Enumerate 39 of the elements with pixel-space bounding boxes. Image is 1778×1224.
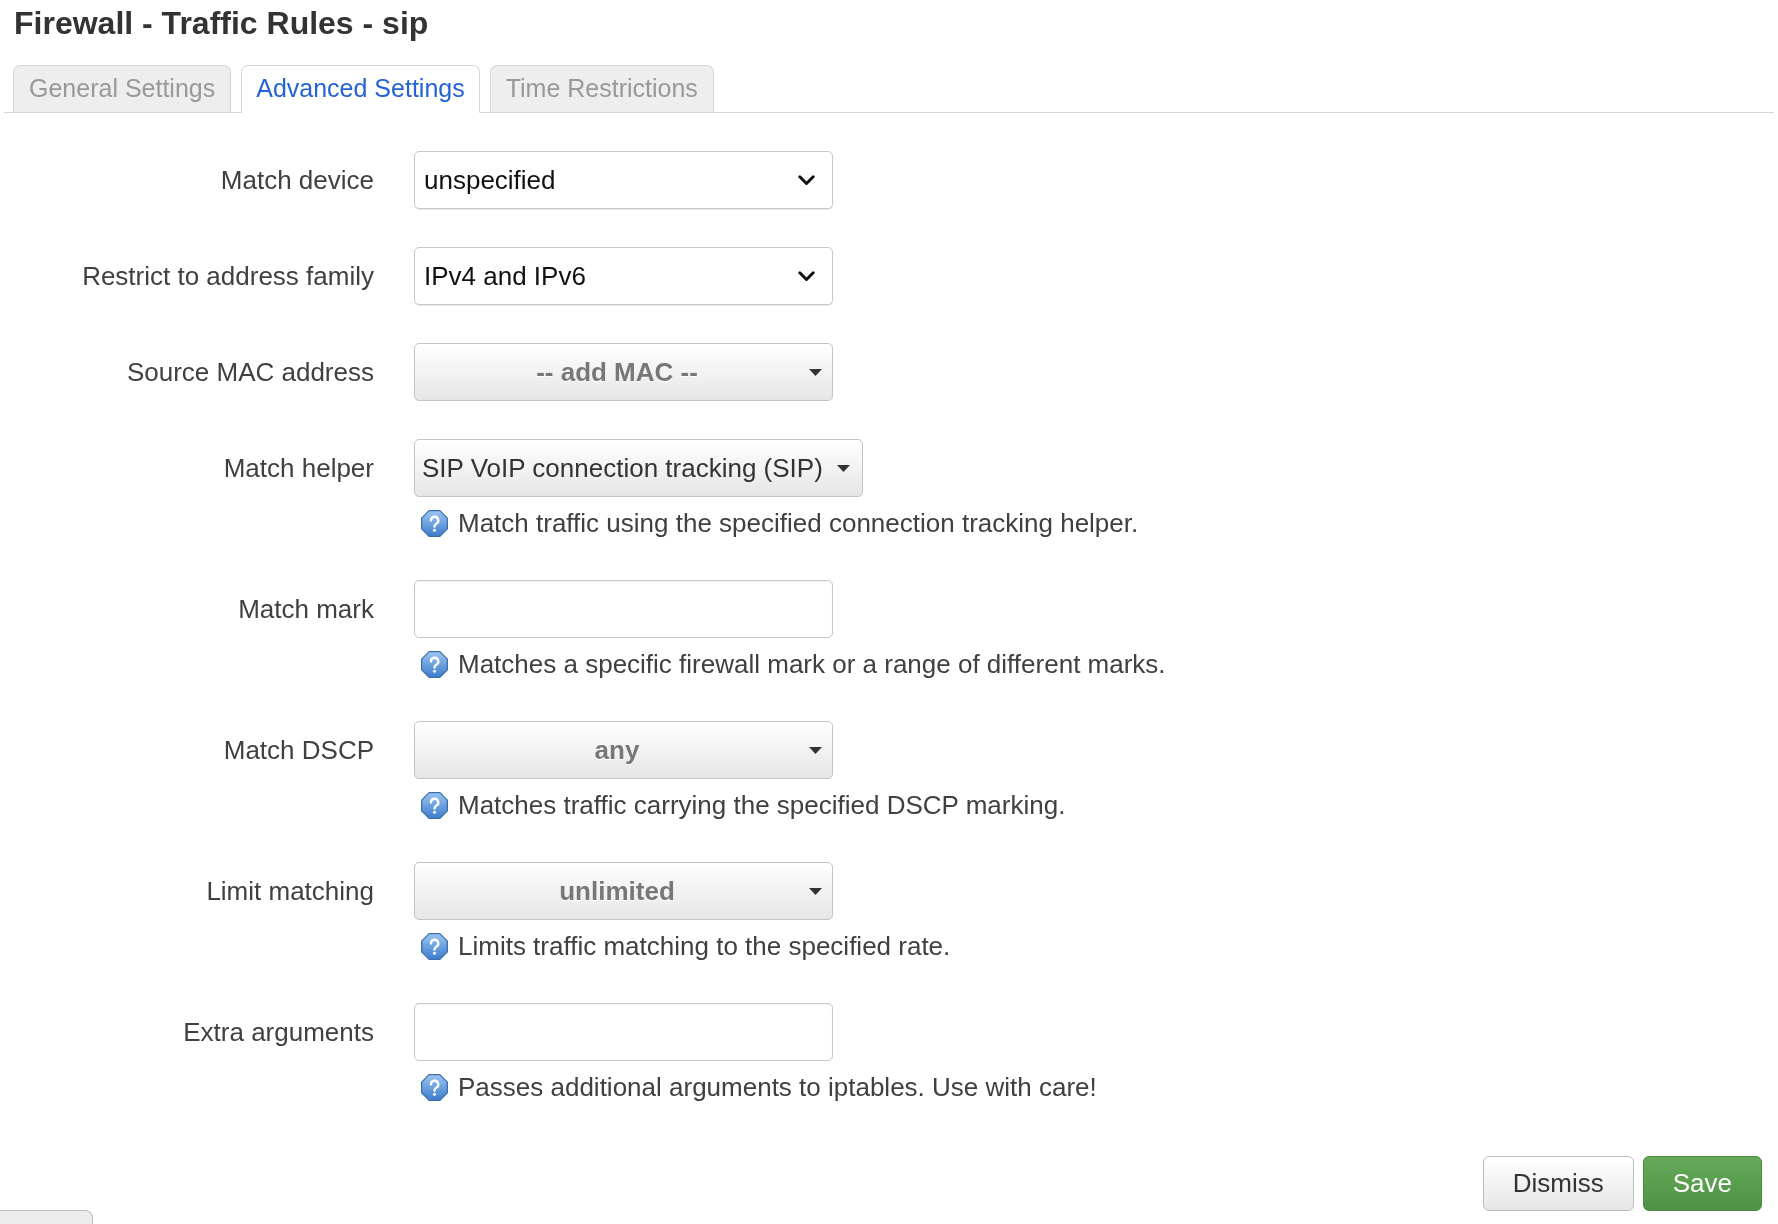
select-dropdown[interactable]: IPv4 and IPv6 bbox=[414, 247, 833, 305]
field-label: Match mark bbox=[238, 592, 374, 626]
chevron-down-icon bbox=[798, 174, 815, 186]
tab[interactable]: Advanced Settings bbox=[241, 65, 480, 113]
input-field[interactable] bbox=[414, 580, 833, 638]
help-icon bbox=[421, 932, 448, 960]
panel-tab[interactable] bbox=[0, 1210, 93, 1224]
caret-down-icon bbox=[809, 746, 822, 754]
select-dropdown[interactable]: SIP VoIP connection tracking (SIP) bbox=[414, 439, 863, 497]
field-label: Restrict to address family bbox=[82, 259, 374, 293]
help-icon bbox=[421, 509, 448, 537]
field-label: Limit matching bbox=[206, 874, 374, 908]
field-label: Match DSCP bbox=[223, 733, 374, 767]
help-text: Matches traffic carrying the specified DSCP marking. bbox=[458, 790, 1066, 820]
help-text: Limits traffic matching to the specified rate. bbox=[458, 931, 951, 961]
help-text: Matches a specific firewall mark or a range of different marks. bbox=[458, 649, 1166, 679]
chevron-down-icon bbox=[798, 270, 815, 282]
save-button[interactable]: Save bbox=[1642, 1156, 1762, 1211]
help-text: Passes additional arguments to iptables. Use with care! bbox=[458, 1072, 1097, 1102]
field-label: Match device bbox=[220, 163, 374, 197]
select-dropdown[interactable]: unlimited bbox=[414, 862, 833, 920]
input-field[interactable] bbox=[414, 1003, 833, 1061]
field-label: Source MAC address bbox=[126, 355, 374, 389]
caret-down-icon bbox=[809, 368, 822, 376]
help-icon bbox=[421, 1073, 448, 1101]
page-title: Firewall - Traffic Rules - sip bbox=[14, 4, 429, 42]
caret-down-icon bbox=[809, 887, 822, 895]
tab[interactable]: Time Restrictions bbox=[489, 65, 714, 112]
select-dropdown[interactable]: unspecified bbox=[414, 151, 833, 209]
select-dropdown[interactable]: -- add MAC -- bbox=[414, 343, 833, 401]
help-icon bbox=[421, 650, 448, 678]
field-label: Match helper bbox=[223, 451, 374, 485]
help-icon bbox=[421, 791, 448, 819]
dismiss-button[interactable]: Dismiss bbox=[1482, 1156, 1634, 1211]
select-dropdown[interactable]: any bbox=[414, 721, 833, 779]
tab[interactable]: General Settings bbox=[13, 65, 232, 112]
help-text: Match traffic using the specified connection tracking helper. bbox=[458, 508, 1139, 538]
field-label: Extra arguments bbox=[183, 1015, 374, 1049]
caret-down-icon bbox=[836, 464, 850, 472]
